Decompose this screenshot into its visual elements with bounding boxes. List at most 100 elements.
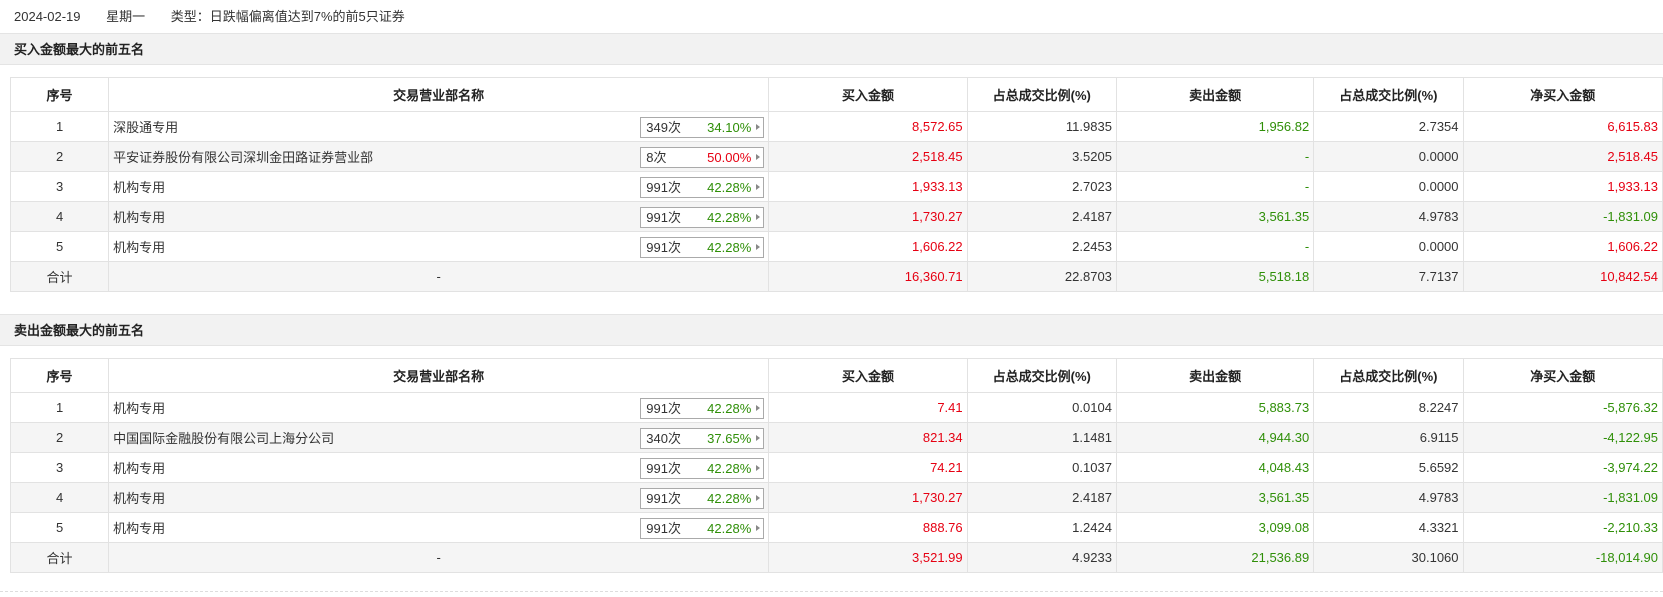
sell-amount: 3,099.08	[1115, 512, 1315, 543]
chevron-right-icon	[756, 244, 761, 250]
net-buy-amount: -4,122.95	[1462, 422, 1663, 453]
appearance-count: 340次	[646, 431, 681, 446]
row-index: 1	[9, 111, 110, 142]
chevron-right-icon	[756, 525, 761, 531]
branch-name[interactable]: 机构专用	[113, 180, 165, 195]
branch-name[interactable]: 机构专用	[113, 491, 165, 506]
buy-amount: 1,730.27	[768, 482, 968, 513]
total-label: 合计	[9, 261, 110, 292]
branch-name[interactable]: 平安证券股份有限公司深圳金田路证券营业部	[113, 150, 373, 165]
appearance-count: 991次	[646, 180, 681, 195]
branch-stats-button[interactable]: 991次 42.28%	[640, 207, 765, 228]
col-buy-ratio-header: 占总成交比例(%)	[966, 358, 1117, 393]
total-buy-amount: 3,521.99	[768, 542, 968, 573]
buy-ratio: 1.2424	[966, 512, 1117, 543]
branch-name-cell: 中国国际金融股份有限公司上海分公司 340次 37.65%	[108, 422, 770, 453]
branch-stats-button[interactable]: 991次 42.28%	[640, 398, 765, 419]
buy-ratio: 2.4187	[966, 482, 1117, 513]
sell-amount: 3,561.35	[1115, 482, 1315, 513]
col-sell-amount-header: 卖出金额	[1115, 358, 1315, 393]
col-buy-amount-header: 买入金额	[768, 77, 968, 112]
net-buy-amount: -5,876.32	[1462, 392, 1663, 423]
buy-amount: 7.41	[768, 392, 968, 423]
branch-name-cell: 深股通专用 349次 34.10%	[108, 111, 770, 142]
row-index: 3	[9, 452, 110, 483]
branch-name-cell: 机构专用 991次 42.28%	[108, 201, 770, 232]
branch-stats-button[interactable]: 991次 42.28%	[640, 458, 765, 479]
branch-name[interactable]: 深股通专用	[113, 120, 178, 135]
branch-stats-button[interactable]: 8次 50.00%	[640, 147, 765, 168]
buy-ratio: 2.4187	[966, 201, 1117, 232]
branch-name-cell: 机构专用 991次 42.28%	[108, 171, 770, 202]
total-sell-ratio: 30.1060	[1313, 542, 1464, 573]
chevron-right-icon	[756, 124, 761, 130]
win-rate: 34.10%	[707, 120, 752, 135]
page-divider	[0, 591, 1663, 592]
appearance-count: 991次	[646, 401, 681, 416]
branch-stats-button[interactable]: 991次 42.28%	[640, 177, 765, 198]
table-row: 1 深股通专用 349次 34.10% 8,572.65 11.9835 1,956.82 2…	[9, 111, 1663, 142]
sell-ratio: 5.6592	[1313, 452, 1464, 483]
total-sell-amount: 5,518.18	[1115, 261, 1315, 292]
sell-amount: 4,944.30	[1115, 422, 1315, 453]
total-buy-ratio: 22.8703	[966, 261, 1117, 292]
appearance-count: 991次	[646, 491, 681, 506]
branch-name-cell: 机构专用 991次 42.28%	[108, 231, 770, 262]
win-rate: 42.28%	[707, 401, 752, 416]
win-rate: 42.28%	[707, 210, 752, 225]
net-buy-amount: -3,974.22	[1462, 452, 1663, 483]
branch-name[interactable]: 机构专用	[113, 240, 165, 255]
table-row: 4 机构专用 991次 42.28% 1,730.27 2.4187 3,561.35 4.9…	[9, 482, 1663, 513]
sell-ratio: 0.0000	[1313, 231, 1464, 262]
buy-ratio: 2.7023	[966, 171, 1117, 202]
total-buy-ratio: 4.9233	[966, 542, 1117, 573]
net-buy-amount: 1,606.22	[1462, 231, 1663, 262]
total-buy-amount: 16,360.71	[768, 261, 968, 292]
appearance-count: 991次	[646, 461, 681, 476]
table-header-row: 序号 交易营业部名称 买入金额 占总成交比例(%) 卖出金额 占总成交比例(%) 净买入金额	[9, 358, 1663, 393]
sell-amount: -	[1115, 171, 1315, 202]
net-buy-amount: -1,831.09	[1462, 201, 1663, 232]
win-rate: 42.28%	[707, 461, 752, 476]
branch-stats-button[interactable]: 991次 42.28%	[640, 518, 765, 539]
sell-amount: 3,561.35	[1115, 201, 1315, 232]
branch-name[interactable]: 机构专用	[113, 521, 165, 536]
branch-name[interactable]: 中国国际金融股份有限公司上海分公司	[113, 431, 334, 446]
buy-ratio: 3.5205	[966, 141, 1117, 172]
col-branch-name-header: 交易营业部名称	[108, 77, 770, 112]
appearance-count: 991次	[646, 240, 681, 255]
branch-name[interactable]: 机构专用	[113, 461, 165, 476]
branch-stats-button[interactable]: 991次 42.28%	[640, 237, 765, 258]
total-branch-placeholder: -	[108, 542, 770, 573]
branch-name-cell: 机构专用 991次 42.28%	[108, 512, 770, 543]
sell-ratio: 0.0000	[1313, 141, 1464, 172]
col-sell-ratio-header: 占总成交比例(%)	[1313, 358, 1464, 393]
table-row: 5 机构专用 991次 42.28% 888.76 1.2424 3,099.08 4.332…	[9, 512, 1663, 543]
buy-ratio: 2.2453	[966, 231, 1117, 262]
sell-top5-table: 序号 交易营业部名称 买入金额 占总成交比例(%) 卖出金额 占总成交比例(%) 净买入金额…	[9, 358, 1663, 573]
branch-stats-button[interactable]: 991次 42.28%	[640, 488, 765, 509]
table-row: 1 机构专用 991次 42.28% 7.41 0.0104 5,883.73 8.2247-…	[9, 392, 1663, 423]
sell-amount: -	[1115, 231, 1315, 262]
buy-ratio: 0.1037	[966, 452, 1117, 483]
sell-section-title: 卖出金额最大的前五名	[0, 314, 1663, 346]
chevron-right-icon	[756, 495, 761, 501]
row-index: 3	[9, 171, 110, 202]
win-rate: 42.28%	[707, 491, 752, 506]
appearance-count: 8次	[646, 150, 667, 165]
total-branch-placeholder: -	[108, 261, 770, 292]
table-row: 2 平安证券股份有限公司深圳金田路证券营业部 8次 50.00% 2,518.45 3.5…	[9, 141, 1663, 172]
buy-ratio: 11.9835	[966, 111, 1117, 142]
win-rate: 37.65%	[707, 431, 752, 446]
buy-amount: 1,730.27	[768, 201, 968, 232]
branch-name[interactable]: 机构专用	[113, 210, 165, 225]
branch-stats-button[interactable]: 340次 37.65%	[640, 428, 765, 449]
trade-date: 2024-02-19	[14, 9, 81, 24]
appearance-count: 991次	[646, 521, 681, 536]
chevron-right-icon	[756, 214, 761, 220]
row-index: 2	[9, 422, 110, 453]
branch-name[interactable]: 机构专用	[113, 401, 165, 416]
col-sell-ratio-header: 占总成交比例(%)	[1313, 77, 1464, 112]
branch-stats-button[interactable]: 349次 34.10%	[640, 117, 765, 138]
sell-amount: 1,956.82	[1115, 111, 1315, 142]
